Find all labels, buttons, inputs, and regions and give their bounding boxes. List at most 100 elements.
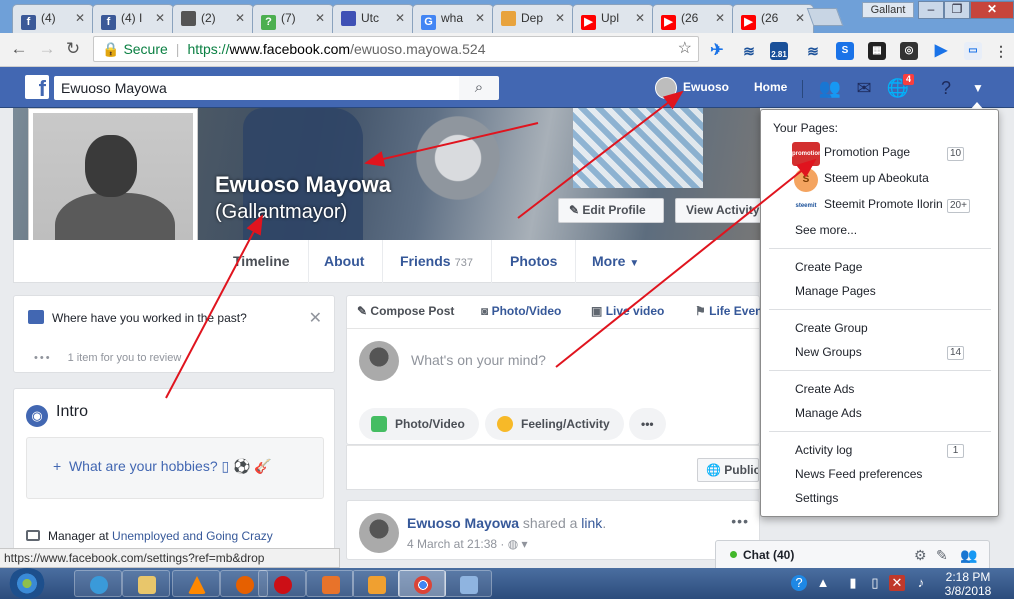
taskbar-opera[interactable] (258, 570, 306, 597)
back-button[interactable]: ← (8, 38, 30, 60)
close-icon[interactable]: ✕ (309, 308, 322, 328)
chat-label[interactable]: Chat (40) (730, 548, 794, 562)
tray-expand-icon[interactable]: ▲ (815, 575, 831, 591)
audience-public-button[interactable]: 🌐 Public (697, 458, 759, 482)
help-icon[interactable]: ? (791, 575, 807, 591)
chrome-menu-icon[interactable]: ⋮ (992, 42, 1010, 60)
bookmark-star-icon[interactable]: ☆ (678, 37, 692, 61)
save-extension-icon[interactable]: ▭ (964, 42, 982, 60)
browser-tab[interactable]: ▶ (26 ✕ (732, 4, 814, 33)
browser-tab[interactable]: Utc ✕ (332, 4, 414, 33)
manage-pages-item[interactable]: Manage Pages (795, 284, 876, 298)
close-tab-icon[interactable]: ✕ (715, 11, 725, 25)
taskbar-explorer[interactable] (122, 570, 170, 597)
taskbar-window[interactable] (444, 570, 492, 597)
taskbar-clock[interactable]: 2:18 PM 3/8/2018 (938, 570, 998, 598)
close-tab-icon[interactable]: ✕ (475, 11, 485, 25)
close-tab-icon[interactable]: ✕ (635, 11, 645, 25)
close-window-button[interactable]: ✕ (970, 1, 1014, 19)
close-tab-icon[interactable]: ✕ (795, 11, 805, 25)
facebook-logo-icon[interactable]: f (25, 75, 49, 99)
taskbar-media[interactable] (352, 570, 400, 597)
steem-extension-icon-2[interactable]: ≋ (804, 42, 822, 60)
close-tab-icon[interactable]: ✕ (395, 11, 405, 25)
add-hobbies-link[interactable]: + What are your hobbies? ▯ ⚽ 🎸 (53, 458, 272, 475)
forward-button[interactable]: → (36, 38, 58, 60)
news-feed-preferences-item[interactable]: News Feed preferences (795, 467, 922, 481)
live-video-tab[interactable]: ▣ Live video (591, 304, 664, 318)
antivirus-icon[interactable]: ✕ (889, 575, 905, 591)
create-page-item[interactable]: Create Page (795, 260, 862, 274)
taskbar-ie[interactable] (74, 570, 122, 597)
browser-tab[interactable]: f (4) ✕ (12, 4, 94, 33)
settings-item[interactable]: Settings (795, 491, 838, 505)
close-tab-icon[interactable]: ✕ (555, 11, 565, 25)
post-author[interactable]: Ewuoso Mayowa (407, 515, 519, 531)
chat-bar[interactable]: Chat (40) ⚙ ✎ 👥 (715, 540, 990, 568)
avatar[interactable] (359, 513, 399, 553)
messenger-icon[interactable]: ✉ (852, 76, 876, 100)
taskbar-chrome[interactable] (398, 570, 446, 597)
home-link[interactable]: Home (754, 76, 787, 98)
gear-icon[interactable]: ⚙ (914, 547, 927, 564)
address-bar[interactable]: 🔒 Secure | https://www.facebook.com/ewuoso.… (93, 36, 699, 62)
more-options-button[interactable]: ••• (629, 408, 666, 440)
post-options-icon[interactable]: ••• (731, 513, 749, 529)
new-groups-item[interactable]: New Groups (795, 345, 862, 359)
taskbar-app[interactable] (306, 570, 354, 597)
page-item-steem-up-abeokuta[interactable]: S Steem up Abeokuta (761, 166, 1000, 192)
review-link[interactable]: ••• 1 item for you to review (34, 352, 181, 364)
activity-log-item[interactable]: Activity log (795, 443, 852, 457)
account-menu-chevron-icon[interactable]: ▼ (966, 76, 990, 100)
friend-requests-icon[interactable]: 👥 (818, 76, 842, 100)
tab-friends[interactable]: Friends 737 (382, 240, 492, 283)
start-button[interactable] (8, 568, 46, 599)
tab-about[interactable]: About (306, 240, 384, 283)
tab-more[interactable]: More ▼ (574, 240, 657, 283)
create-group-item[interactable]: Create Group (795, 321, 868, 335)
new-tab-button[interactable] (806, 8, 844, 26)
play-extension-icon[interactable]: ▶ (932, 42, 950, 60)
feeling-activity-button[interactable]: Feeling/Activity (485, 408, 624, 440)
screenshot-extension-icon[interactable]: ◎ (900, 42, 918, 60)
browser-tab[interactable]: (2) ✕ (172, 4, 254, 33)
post-timestamp[interactable]: 4 March at 21:38 · ◍ ▾ (407, 537, 528, 551)
steem-extension-icon[interactable]: ≋ (740, 42, 758, 60)
compose-post-tab[interactable]: ✎ Compose Post (357, 304, 454, 318)
browser-tab[interactable]: ? (7) ✕ (252, 4, 334, 33)
close-tab-icon[interactable]: ✕ (235, 11, 245, 25)
steem-price-extension-icon[interactable]: 2.81 (770, 42, 788, 60)
photo-video-button[interactable]: Photo/Video (359, 408, 479, 440)
status-input[interactable]: What's on your mind? (411, 352, 546, 368)
airplane-extension-icon[interactable]: ✈ (708, 42, 726, 60)
browser-tab[interactable]: ▶ Upl ✕ (572, 4, 654, 33)
network-icon[interactable]: ▮ (845, 575, 861, 591)
battery-icon[interactable]: ▯ (867, 575, 883, 591)
close-tab-icon[interactable]: ✕ (315, 11, 325, 25)
browser-tab[interactable]: Gwha ✕ (412, 4, 494, 33)
profile-name[interactable]: Ewuoso Mayowa (215, 172, 391, 198)
employer-link[interactable]: Unemployed and Going Crazy (112, 529, 273, 543)
create-ads-item[interactable]: Create Ads (795, 382, 854, 396)
browser-tab[interactable]: Dep ✕ (492, 4, 574, 33)
browser-profile-badge[interactable]: Gallant (862, 2, 914, 18)
photo-video-tab[interactable]: ◙ Photo/Video (481, 304, 561, 318)
s-extension-icon[interactable]: S (836, 42, 854, 60)
film-extension-icon[interactable]: ▦ (868, 42, 886, 60)
browser-tab[interactable]: f (4) I ✕ (92, 4, 174, 33)
group-chat-icon[interactable]: 👥 (960, 547, 977, 564)
search-icon[interactable]: ⌕ (459, 76, 499, 100)
edit-profile-button[interactable]: ✎ Edit Profile (558, 198, 664, 223)
browser-tab[interactable]: ▶ (26 ✕ (652, 4, 734, 33)
maximize-button[interactable]: ❐ (944, 1, 970, 19)
post-link[interactable]: link (581, 515, 602, 531)
page-item-steemit-promote-ilorin[interactable]: steemit Steemit Promote Ilorin 20+ (761, 192, 1000, 218)
taskbar-vlc[interactable] (172, 570, 220, 597)
close-tab-icon[interactable]: ✕ (75, 11, 85, 25)
reload-button[interactable]: ↻ (62, 38, 84, 60)
manage-ads-item[interactable]: Manage Ads (795, 406, 862, 420)
profile-link[interactable]: Ewuoso (655, 76, 729, 100)
help-icon[interactable]: ? (934, 76, 958, 100)
page-item-promotion-page[interactable]: promotion Promotion Page 10 (761, 140, 1000, 166)
tab-photos[interactable]: Photos (492, 240, 577, 283)
